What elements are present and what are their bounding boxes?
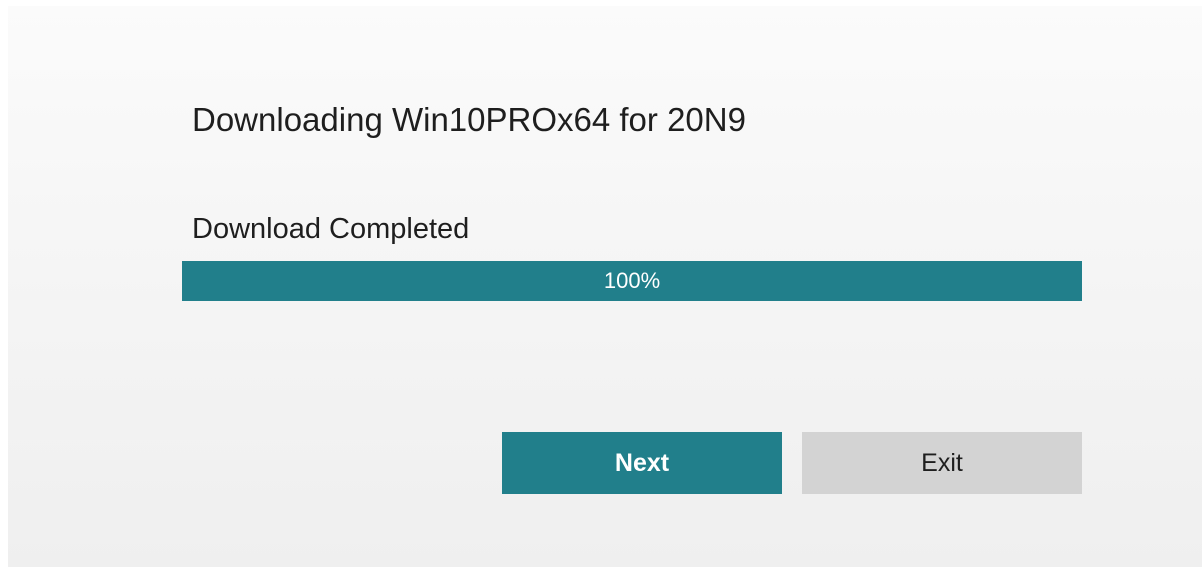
progress-bar: 100% <box>182 261 1082 301</box>
download-status: Download Completed <box>192 213 470 245</box>
progress-percentage: 100% <box>603 268 661 293</box>
dialog-title: Downloading Win10PROx64 for 20N9 <box>192 101 746 138</box>
download-dialog: Downloading Win10PROx64 for 20N9 Downloa… <box>8 6 1202 567</box>
next-button[interactable]: Next <box>502 432 782 494</box>
exit-button[interactable]: Exit <box>802 432 1082 494</box>
